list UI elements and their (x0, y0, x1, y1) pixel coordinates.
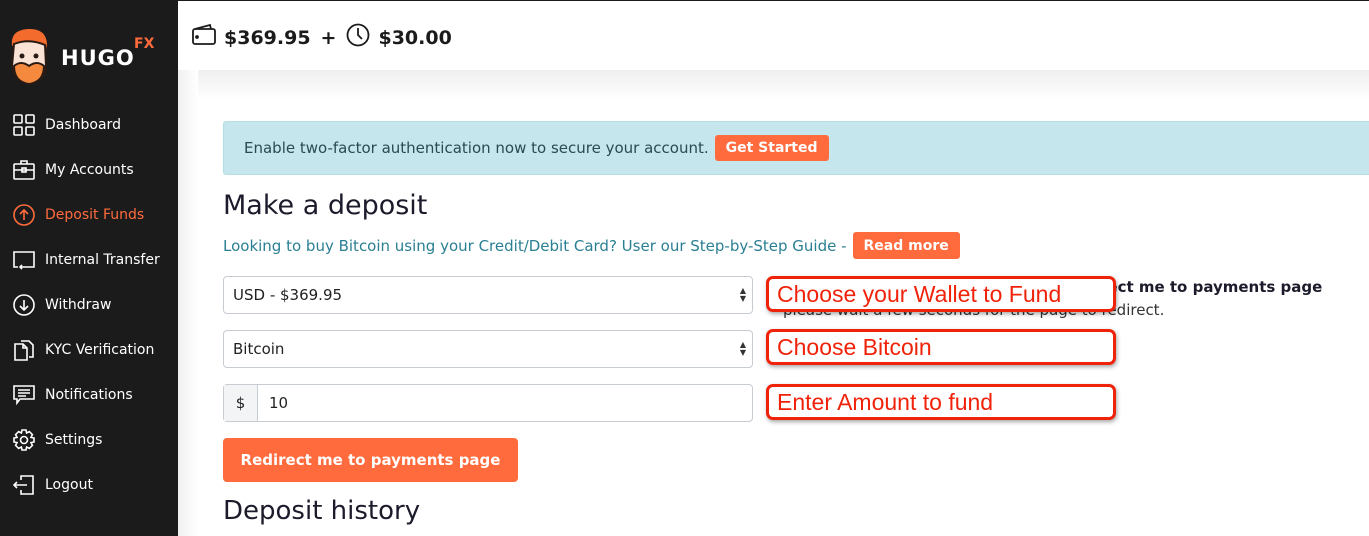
read-more-button[interactable]: Read more (852, 232, 960, 259)
sidebar-item-label: Logout (45, 477, 93, 493)
payment-method-value: Bitcoin (233, 340, 285, 358)
currency-addon: $ (224, 385, 258, 421)
sidebar-item-label: Notifications (45, 387, 133, 403)
annotation-wallet: Choose your Wallet to Fund (766, 276, 1116, 312)
payment-method-select[interactable]: Bitcoin ▲ ▼ (223, 330, 753, 368)
brand-suffix: FX (134, 36, 155, 52)
sidebar-item-internal-transfer[interactable]: Internal Transfer (0, 240, 178, 280)
sidebar-item-kyc-verification[interactable]: KYC Verification (0, 330, 178, 370)
top-bar: $369.95 + $30.00 (178, 0, 1369, 70)
redirect-heading: rect me to payments page (1100, 278, 1323, 296)
sidebar-item-label: Withdraw (45, 297, 112, 313)
documents-icon (12, 338, 36, 362)
logo[interactable]: HUGO FX (6, 26, 166, 92)
pending-amount: $30.00 (378, 26, 452, 49)
redirect-payments-button[interactable]: Redirect me to payments page (223, 438, 518, 482)
sidebar-item-label: KYC Verification (45, 342, 155, 358)
sidebar-item-label: Deposit Funds (45, 207, 145, 223)
select-arrows-icon: ▲ ▼ (739, 286, 746, 303)
plus-sign: + (320, 26, 337, 49)
brand-name: HUGO (61, 46, 135, 70)
get-started-button[interactable]: Get Started (714, 135, 829, 161)
message-icon (12, 383, 36, 407)
sidebar-item-label: Internal Transfer (45, 252, 160, 268)
sidebar-item-withdraw[interactable]: Withdraw (0, 285, 178, 325)
clock-icon (346, 23, 370, 52)
alert-text: Enable two-factor authentication now to … (244, 139, 709, 157)
arrow-down-circle-icon (12, 293, 36, 317)
gear-icon (12, 428, 36, 452)
wallet-icon (192, 23, 216, 51)
sidebar-item-dashboard[interactable]: Dashboard (0, 105, 178, 145)
sidebar: HUGO FX Dashboard My Accounts Deposit Fu… (0, 0, 178, 536)
sidebar-item-label: Dashboard (45, 117, 121, 133)
grid-icon (12, 113, 36, 137)
sidebar-item-label: Settings (45, 432, 103, 448)
amount-input-group: $ 10 (223, 384, 753, 422)
guide-link[interactable]: Looking to buy Bitcoin using your Credit… (223, 237, 847, 255)
sidebar-item-settings[interactable]: Settings (0, 420, 178, 460)
annotation-method: Choose Bitcoin (766, 329, 1116, 365)
briefcase-icon (12, 158, 36, 182)
logout-icon (12, 473, 36, 497)
sidebar-item-label: My Accounts (45, 162, 134, 178)
sidebar-item-my-accounts[interactable]: My Accounts (0, 150, 178, 190)
guide-notice: Looking to buy Bitcoin using your Credit… (223, 232, 960, 259)
sidebar-item-logout[interactable]: Logout (0, 465, 178, 505)
amount-input[interactable]: 10 (258, 385, 752, 421)
arrow-up-circle-icon (12, 203, 36, 227)
balance-display: $369.95 + $30.00 (192, 23, 462, 52)
sidebar-item-deposit-funds[interactable]: Deposit Funds (0, 195, 178, 235)
hugo-mascot-icon (10, 28, 48, 86)
transfer-icon (12, 248, 36, 272)
sidebar-item-notifications[interactable]: Notifications (0, 375, 178, 415)
select-arrows-icon: ▲ ▼ (739, 340, 746, 357)
header-shadow (178, 70, 1369, 100)
two-factor-alert: Enable two-factor authentication now to … (223, 121, 1369, 175)
page-title: Make a deposit (223, 190, 428, 221)
annotation-amount: Enter Amount to fund (766, 384, 1116, 420)
sidebar-shadow (178, 70, 198, 536)
wallet-select[interactable]: USD - $369.95 ▲ ▼ (223, 276, 753, 314)
deposit-history-title: Deposit history (223, 496, 421, 526)
wallet-select-value: USD - $369.95 (233, 286, 343, 304)
balance-amount: $369.95 (224, 26, 311, 49)
